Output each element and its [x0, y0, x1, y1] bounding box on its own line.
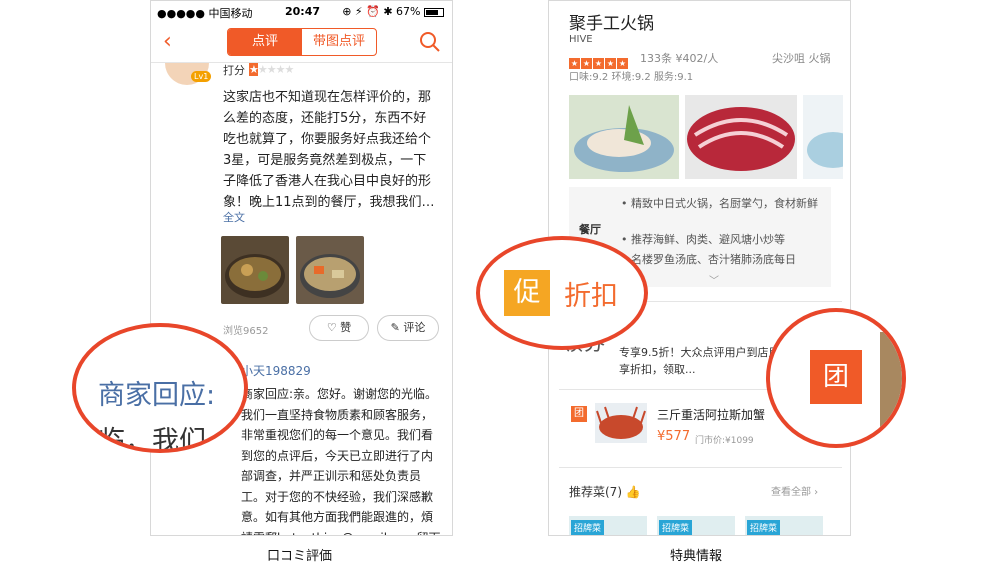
- full-text-link[interactable]: 全文: [223, 209, 245, 225]
- status-bar: ●●●●● 中国移动 20:47 ⊕ ⚡ ⏰ ✱ 67%: [151, 1, 452, 23]
- shop-name: 聚手工火锅: [569, 14, 654, 34]
- comment-button[interactable]: ✎ 评论: [377, 315, 439, 341]
- divider: [559, 467, 842, 468]
- rating-label: 打分: [223, 64, 245, 77]
- signature-tag: 招牌菜: [571, 520, 605, 535]
- shop-subtitle: HIVE: [569, 34, 593, 45]
- battery-indicator: ⊕ ⚡ ⏰ ✱ 67%: [342, 5, 444, 18]
- feature-item-1: • 精致中日式火锅，名厨掌勺，食材新鲜: [621, 197, 818, 210]
- star-empty-icon: ★★★★: [257, 63, 294, 76]
- feature-text-3: 名楼罗鱼汤底、杏汁猪肺汤底每日: [631, 253, 796, 266]
- deal-price: ¥577: [657, 429, 691, 444]
- level-badge: Lv1: [191, 71, 212, 82]
- nav-bar: ‹ 点评 带图点评: [151, 23, 452, 63]
- like-button[interactable]: ♡ 赞: [309, 315, 369, 341]
- comment-label: 评论: [403, 321, 426, 334]
- reply-username[interactable]: 小天198829: [241, 362, 311, 379]
- group-deal-tag: 团: [571, 406, 587, 422]
- star-rating: ★★★★★: [249, 63, 294, 76]
- feature-item-2: • 推荐海鲜、肉类、避风塘小炒等: [621, 233, 785, 246]
- feature-item-3: • 名楼罗鱼汤底、杏汁猪肺汤底每日: [621, 251, 831, 269]
- review-screen: ●●●●● 中国移动 20:47 ⊕ ⚡ ⏰ ✱ 67% ‹ 点评 带图点评 L…: [150, 0, 453, 536]
- back-chevron-icon[interactable]: ‹: [163, 31, 172, 53]
- view-all-label: 查看全部: [771, 487, 811, 498]
- star-filled-icon: ★: [249, 63, 259, 76]
- group-deal-badge: 团: [810, 350, 862, 404]
- recommended-title: 推荐菜(7) 👍: [569, 483, 641, 500]
- caption-left: 口コミ評価: [267, 549, 333, 564]
- deal-photo-edge: [880, 332, 902, 428]
- zoom-callout-discount: 促 折扣: [476, 236, 648, 350]
- deal-original-price: 门市价:¥1099: [695, 436, 754, 446]
- shop-photo-3[interactable]: [803, 95, 843, 179]
- battery-icon: [424, 7, 444, 17]
- signature-tag: 招牌菜: [659, 520, 693, 535]
- zoom-reply-line2: 临，我们: [98, 426, 206, 453]
- merchant-reply-text: 商家回应:亲。您好。谢谢您的光临。我们一直坚持食物质素和顾客服务，非常重视您们的…: [241, 387, 441, 535]
- zoom-callout-group-deal: 团: [766, 308, 906, 448]
- tab-reviews[interactable]: 点评: [228, 29, 302, 55]
- zoom-reply-label: 商家回应:: [98, 380, 216, 411]
- promo-badge: 促: [504, 270, 550, 316]
- review-text: 这家店也不知道现在怎样评价的，那么差的态度，还能打5分，东西不好吃也就算了，你要…: [223, 90, 435, 210]
- battery-percent: 67%: [396, 5, 421, 18]
- signature-tag: 招牌菜: [747, 520, 781, 535]
- features-label: 餐厅: [579, 223, 601, 236]
- view-count: 浏览9652: [223, 326, 269, 337]
- view-all-link[interactable]: 查看全部 ›: [771, 483, 818, 498]
- review-photo-1[interactable]: [221, 236, 289, 304]
- review-segmented-control: 点评 带图点评: [227, 28, 377, 56]
- review-photo-2[interactable]: [296, 236, 364, 304]
- sub-scores: 口味:9.2 环境:9.2 服务:9.1: [569, 72, 694, 83]
- review-count-price: 133条 ¥402/人: [640, 52, 719, 65]
- deal-title[interactable]: 三斤重活阿拉斯加蟹: [657, 406, 765, 423]
- shop-photo-2[interactable]: [685, 95, 797, 179]
- like-label: 赞: [340, 321, 352, 334]
- caption-right: 特典情報: [670, 549, 723, 564]
- tab-photo-reviews[interactable]: 带图点评: [302, 29, 376, 55]
- zoom-callout-merchant-reply: 商家回应: 临，我们: [72, 323, 248, 453]
- thumb-up-icon: 👍: [625, 485, 641, 499]
- feature-text-2: 推荐海鲜、肉类、避风塘小炒等: [631, 233, 785, 246]
- deal-photo[interactable]: [595, 403, 647, 443]
- clock: 20:47: [285, 5, 321, 18]
- carrier-label: ●●●●● 中国移动: [157, 7, 253, 20]
- recommended-title-text: 推荐菜(7): [569, 485, 622, 499]
- search-icon[interactable]: [418, 30, 442, 54]
- expand-chevron-icon[interactable]: ﹀: [709, 272, 719, 287]
- shop-photo-1[interactable]: [569, 95, 679, 179]
- feature-text-1: 精致中日式火锅，名厨掌勺，食材新鲜: [631, 197, 818, 210]
- zoom-discount-label: 折扣: [564, 281, 618, 312]
- location-category: 尖沙咀 火锅: [772, 52, 831, 65]
